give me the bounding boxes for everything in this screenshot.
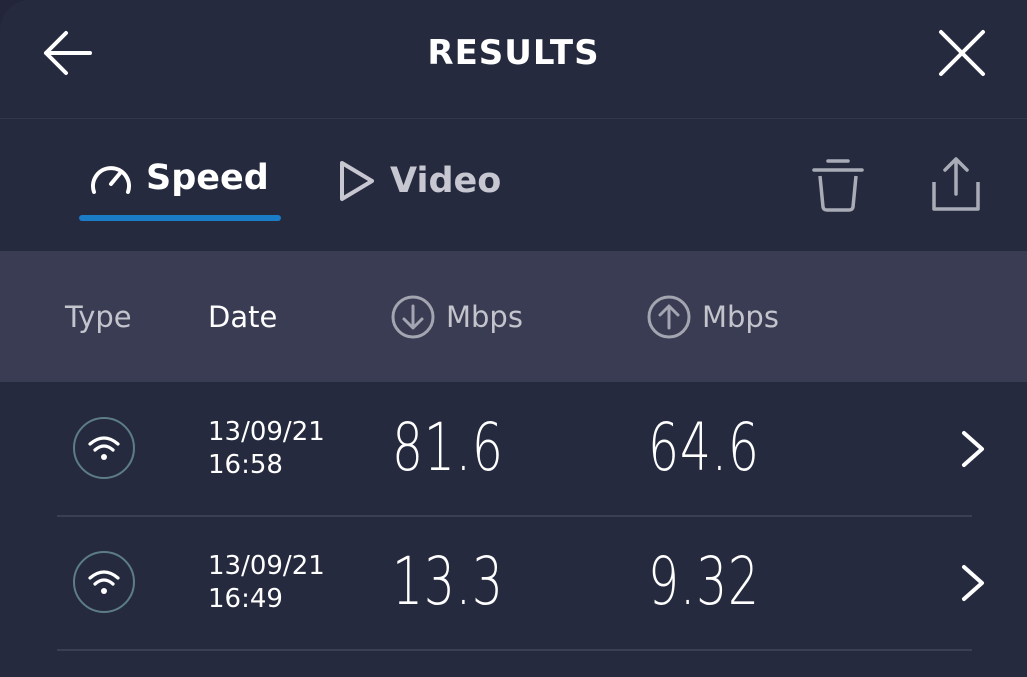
tab-speed[interactable]: Speed — [88, 158, 269, 198]
speedometer-icon — [91, 166, 131, 194]
share-button[interactable] — [926, 154, 986, 216]
result-row[interactable]: 13/09/21 16:49 13.3 9.32 — [0, 517, 1027, 651]
tab-speed-label: Speed — [146, 158, 269, 198]
result-date: 13/09/21 — [208, 551, 325, 581]
column-date: Date — [208, 299, 278, 334]
connection-type-badge — [73, 417, 135, 479]
share-icon — [932, 157, 980, 211]
connection-type-badge — [73, 551, 135, 613]
wifi-icon — [88, 570, 120, 594]
column-upload: Mbps — [646, 251, 779, 382]
play-icon — [340, 161, 374, 201]
column-type: Type — [65, 299, 132, 334]
results-screen: RESULTS Speed Video Type Date Mbps Mbps … — [0, 0, 1027, 677]
download-arrow-icon — [391, 295, 435, 338]
result-time: 16:49 — [208, 584, 283, 614]
top-bar: RESULTS — [0, 0, 1027, 119]
upload-arrow-icon — [647, 295, 691, 338]
chevron-right-icon — [962, 565, 984, 601]
row-divider — [57, 649, 972, 651]
column-download-label: Mbps — [446, 299, 523, 334]
result-row[interactable]: 13/09/21 16:58 81.6 64.6 — [0, 383, 1027, 517]
active-tab-indicator — [79, 215, 281, 221]
column-download: Mbps — [390, 251, 523, 382]
upload-speed: 9.32 — [648, 543, 760, 620]
result-date: 13/09/21 — [208, 417, 325, 447]
download-speed: 13.3 — [392, 543, 504, 620]
close-icon — [939, 30, 985, 76]
tab-video[interactable]: Video — [336, 158, 501, 204]
delete-button[interactable] — [808, 154, 868, 216]
wifi-icon — [88, 436, 120, 460]
tab-video-label: Video — [390, 161, 502, 201]
page-title: RESULTS — [427, 33, 600, 73]
trash-icon — [812, 159, 864, 212]
chevron-right-icon — [962, 431, 984, 467]
download-speed: 81.6 — [392, 409, 504, 486]
column-header: Type Date Mbps Mbps — [0, 251, 1027, 382]
result-time: 16:58 — [208, 450, 283, 480]
close-button[interactable] — [933, 24, 991, 82]
column-upload-label: Mbps — [702, 299, 779, 334]
upload-speed: 64.6 — [648, 409, 760, 486]
